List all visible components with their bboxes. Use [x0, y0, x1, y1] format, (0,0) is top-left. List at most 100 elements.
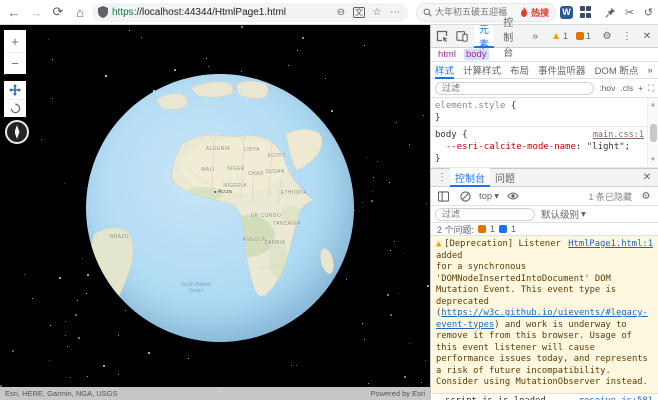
url-text[interactable]: https://localhost:44344/HtmlPage1.html [112, 7, 330, 18]
address-bar[interactable]: https://localhost:44344/HtmlPage1.html ⊖… [92, 3, 408, 22]
star [364, 45, 365, 46]
star [427, 285, 429, 287]
star [426, 203, 427, 204]
star [288, 65, 289, 66]
log-levels-select[interactable]: 默认级别 ▾ [541, 207, 586, 221]
rotate-tool-button[interactable] [4, 99, 26, 117]
more-actions-icon[interactable]: ⋯ [388, 7, 402, 18]
styles-scrollbar[interactable]: ▲ ▼ [647, 98, 658, 167]
console-settings-gear-icon[interactable]: ⚙ [638, 188, 654, 204]
extension-w-icon[interactable]: W [558, 4, 575, 21]
pin-collect-icon[interactable] [602, 4, 619, 21]
new-style-rule-icon[interactable]: + [638, 83, 643, 93]
clear-console-icon[interactable] [457, 188, 473, 204]
star [241, 71, 242, 72]
zoom-out-icon[interactable]: ⊖ [334, 7, 348, 18]
styles-filter-input[interactable] [435, 82, 594, 95]
inspect-element-icon[interactable] [434, 28, 450, 44]
log-levels-value: 默认级别 [541, 207, 579, 221]
star [302, 37, 304, 39]
star [129, 30, 130, 31]
log-source-link[interactable]: receive.js:581 [579, 396, 653, 400]
css-property-name[interactable]: --esri-calcite-mode-name [446, 142, 576, 152]
warnings-badge[interactable]: ▲ 1 [551, 31, 568, 42]
star [423, 115, 424, 116]
console-log-message[interactable]: receive.js:581 script.js is loaded [431, 394, 658, 400]
color-format-icon[interactable]: ⛶ [648, 83, 654, 94]
forward-button[interactable]: → [26, 2, 46, 22]
zoom-in-button[interactable]: + [4, 30, 26, 52]
sidebar-tabs-more[interactable]: » [647, 62, 652, 79]
brace: } [435, 154, 440, 164]
star [77, 300, 78, 301]
devtools-close-icon[interactable]: ✕ [639, 28, 655, 44]
tab-console[interactable]: 控制台 [498, 25, 523, 48]
hot-search-box[interactable]: 热搜 [416, 3, 556, 22]
globe-canvas[interactable]: ALGERIALIBYAEGYPTMALINIGERCHADSUDANNIGER… [86, 74, 354, 342]
issues-badge[interactable]: 1 [576, 31, 591, 41]
frame-context-select[interactable]: top ▾ [479, 191, 499, 202]
pan-tool-button[interactable] [4, 81, 26, 99]
live-expression-eye-icon[interactable] [505, 188, 521, 204]
console-sidebar-icon[interactable] [435, 188, 451, 204]
star [24, 274, 25, 275]
undo-icon[interactable]: ↺ [640, 4, 657, 21]
element-style-selector: element.style [435, 101, 505, 111]
tab-dom-breakpoints[interactable]: DOM 断点 [595, 62, 639, 79]
element-style-rule[interactable]: element.style { } [431, 98, 658, 127]
drawer-close-icon[interactable]: ✕ [639, 170, 655, 186]
devtools-kebab-icon[interactable]: ⋮ [619, 28, 635, 44]
device-toolbar-icon[interactable] [454, 28, 470, 44]
console-drawer-header: ⋮ 控制台 问题 ✕ [431, 168, 658, 187]
back-button[interactable]: ← [4, 2, 24, 22]
screenshot-scissors-icon[interactable]: ✂ [621, 4, 638, 21]
drawer-tab-console[interactable]: 控制台 [450, 168, 490, 187]
star [409, 343, 410, 344]
hidden-messages-note[interactable]: 1 条已隐藏 [588, 190, 632, 203]
console-filter-input[interactable] [435, 208, 535, 221]
star [174, 69, 176, 71]
settings-gear-icon[interactable]: ⚙ [599, 28, 615, 44]
warning-source-link[interactable]: HtmlPage1.html:1 [568, 239, 653, 251]
hot-search-label[interactable]: 热搜 [531, 6, 549, 19]
body-style-rule[interactable]: main.css:1 body { --esri-calcite-mode-na… [431, 127, 658, 168]
apps-grid-icon[interactable] [577, 4, 594, 21]
star [409, 144, 410, 145]
scroll-thumb[interactable] [650, 124, 657, 142]
shield-icon [98, 6, 108, 18]
scene-view[interactable]: ALGERIALIBYAEGYPTMALINIGERCHADSUDANNIGER… [0, 25, 430, 400]
star [366, 157, 367, 158]
tabs-more-chevron[interactable]: » [528, 25, 544, 48]
drawer-tab-issues[interactable]: 问题 [490, 168, 520, 187]
scroll-up-arrow[interactable]: ▲ [651, 99, 655, 111]
drawer-kebab-icon[interactable]: ⋮ [434, 170, 450, 186]
compass-widget[interactable] [5, 120, 29, 144]
toggle-hover-state[interactable]: :hov [599, 83, 615, 93]
deprecation-warning-message[interactable]: HtmlPage1.html:1 ▲[Deprecation] Listener… [431, 236, 658, 394]
home-button[interactable]: ⌂ [70, 2, 90, 22]
tab-event-listeners[interactable]: 事件监听器 [538, 62, 586, 79]
refresh-button[interactable]: ⟳ [48, 2, 68, 22]
tab-layout[interactable]: 布局 [510, 62, 529, 79]
tab-computed[interactable]: 计算样式 [463, 62, 501, 79]
issues-summary-row[interactable]: 2 个问题: 1 1 [431, 223, 658, 236]
css-source-link[interactable]: main.css:1 [593, 129, 644, 141]
bookmark-star-icon[interactable]: ☆ [370, 7, 384, 18]
translate-icon[interactable]: 文 [353, 7, 365, 18]
toggle-class[interactable]: .cls [620, 83, 633, 93]
zoom-out-button[interactable]: − [4, 52, 26, 74]
crumb-html[interactable]: html [436, 49, 458, 60]
crumb-body[interactable]: body [464, 49, 489, 60]
powered-by-esri: Powered by Esri [370, 389, 425, 398]
attribution-sources: Esri, HERE, Garmin, NGA, USGS [5, 389, 118, 398]
scroll-down-arrow[interactable]: ▼ [651, 154, 655, 166]
css-property-value[interactable]: "light"; [587, 142, 630, 152]
star [398, 293, 399, 294]
tab-elements[interactable]: 元素 [474, 25, 494, 48]
star [291, 365, 292, 366]
star [64, 183, 65, 184]
tab-styles[interactable]: 样式 [435, 62, 454, 79]
issue-orange-count: 1 [490, 224, 495, 234]
star [50, 325, 51, 326]
styles-pane: element.style { } main.css:1 body { --es… [431, 98, 658, 168]
